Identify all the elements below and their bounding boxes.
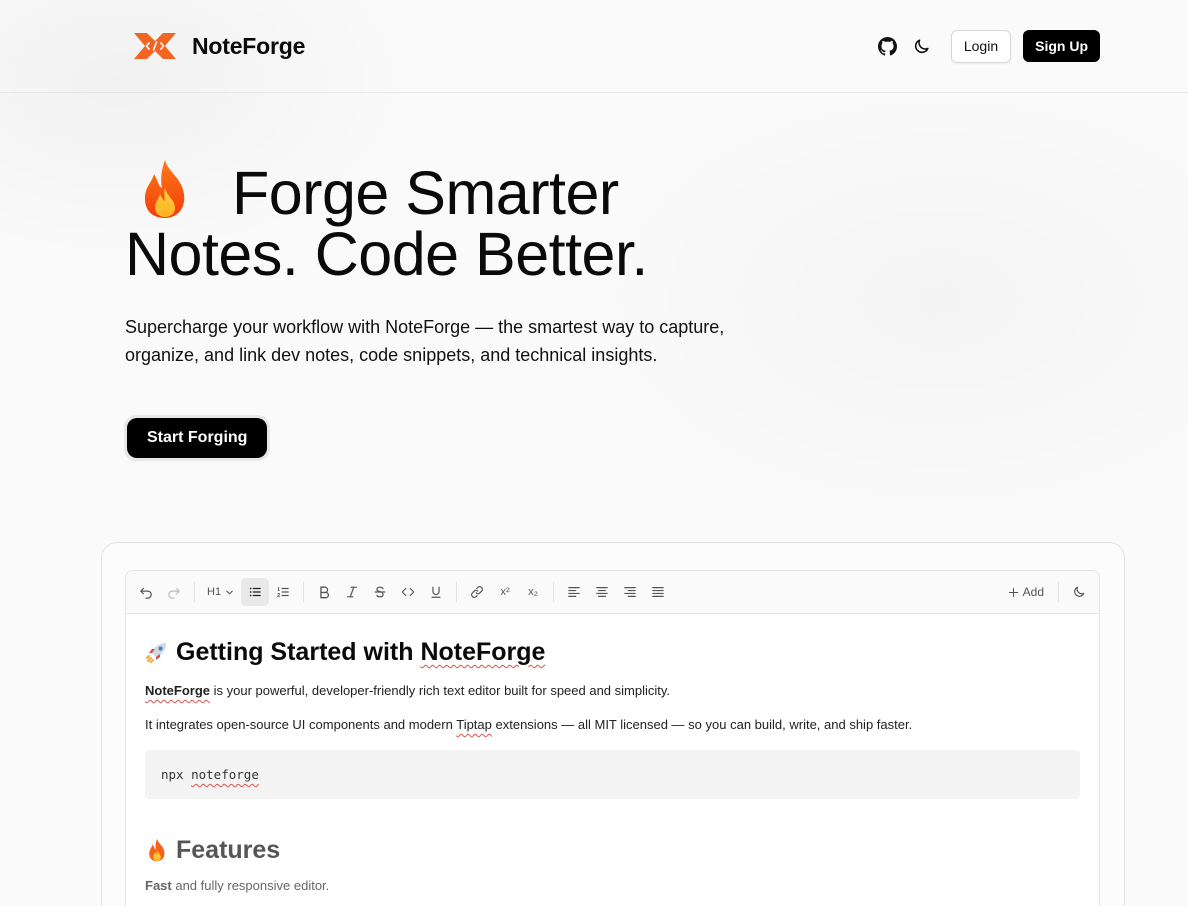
code-icon [401, 587, 415, 597]
ordered-list-icon [276, 586, 289, 597]
superscript-icon: x² [500, 586, 510, 598]
doc-paragraph-1-rest: is your powerful, developer-friendly ric… [210, 683, 671, 698]
toolbar-separator [553, 582, 555, 602]
heading-dropdown[interactable]: H1 [201, 578, 241, 606]
flame-icon [144, 160, 185, 218]
cta-ring: Start Forging [124, 415, 271, 461]
hero-subtitle-line-2: organize, and link dev notes, code snipp… [125, 345, 658, 365]
doc-paragraph-1: NoteForge is your powerful, developer-fr… [145, 682, 1080, 700]
link-button[interactable] [463, 578, 491, 606]
code-block: npx noteforge [145, 750, 1080, 799]
align-left-button[interactable] [560, 578, 588, 606]
doc-heading-1-brand: NoteForge [420, 638, 546, 666]
signup-button[interactable]: Sign Up [1023, 30, 1100, 62]
italic-icon [347, 586, 358, 598]
moon-icon [915, 38, 929, 53]
strikethrough-button[interactable] [366, 578, 394, 606]
hero-title-line-2: Notes. Code Better. [125, 220, 648, 288]
hero-title: Forge Smarter Notes. Code Better. [125, 158, 745, 285]
bullet-list-icon [249, 587, 261, 597]
redo-button[interactable] [160, 578, 188, 606]
github-link[interactable] [871, 29, 905, 63]
superscript-button[interactable]: x² [491, 578, 519, 606]
strikethrough-icon [374, 586, 386, 598]
rocket-icon [146, 643, 166, 663]
code-command: npx [161, 767, 184, 782]
doc-paragraph-2-before: It integrates open-source UI components … [145, 717, 457, 732]
doc-heading-2: Features [145, 834, 1080, 866]
ordered-list-button[interactable] [269, 578, 297, 606]
site-header: NoteForge Login Sign Up [0, 0, 1188, 93]
undo-button[interactable] [132, 578, 160, 606]
hero-subtitle: Supercharge your workflow with NoteForge… [125, 313, 775, 369]
toolbar-separator [456, 582, 458, 602]
plus-icon [1008, 587, 1018, 597]
italic-button[interactable] [338, 578, 366, 606]
theme-toggle[interactable] [905, 29, 939, 63]
doc-heading-2-text: Features [176, 836, 281, 864]
doc-paragraph-3-bold: Fast [145, 878, 172, 893]
bold-button[interactable] [310, 578, 338, 606]
toolbar-separator [194, 582, 195, 602]
login-button[interactable]: Login [950, 29, 1012, 63]
doc-heading-1: Getting Started with NoteForge [145, 636, 1080, 668]
toolbar-separator [1058, 582, 1059, 602]
chevron-down-icon [226, 590, 233, 594]
code-argument: noteforge [191, 767, 259, 782]
hero-subtitle-line-1: Supercharge your workflow with NoteForge… [125, 317, 725, 337]
link-icon [471, 586, 483, 598]
toolbar-separator [303, 582, 305, 602]
redo-icon [168, 587, 180, 599]
bullet-list-button[interactable] [241, 578, 270, 606]
hero-title-text-1: Forge Smarter [232, 159, 619, 227]
header-nav: Login Sign Up [871, 29, 1100, 63]
subscript-icon: x₂ [528, 586, 538, 598]
editor-theme-toggle[interactable] [1065, 578, 1093, 606]
start-forging-button[interactable]: Start Forging [127, 418, 268, 458]
doc-paragraph-2-after: extensions — all MIT licensed — so you c… [491, 717, 913, 732]
align-right-button[interactable] [616, 578, 644, 606]
bold-icon [320, 586, 330, 599]
underline-icon [431, 586, 441, 598]
rich-text-editor[interactable]: H1 x² x₂ Add Getting Started with NoteFo… [125, 570, 1100, 906]
align-center-icon [596, 587, 608, 597]
align-center-button[interactable] [588, 578, 616, 606]
editor-content[interactable]: Getting Started with NoteForge NoteForge… [126, 636, 1099, 893]
doc-paragraph-1-bold: NoteForge [145, 683, 210, 698]
github-icon [878, 36, 898, 56]
doc-paragraph-3: Fast and fully responsive editor. [145, 878, 1080, 893]
brand[interactable]: NoteForge [132, 30, 305, 62]
moon-icon [1074, 586, 1085, 597]
align-justify-button[interactable] [644, 578, 672, 606]
undo-icon [140, 587, 152, 599]
editor-toolbar: H1 x² x₂ Add [126, 571, 1099, 614]
align-justify-icon [652, 587, 664, 597]
align-right-icon [624, 587, 636, 597]
underline-button[interactable] [422, 578, 450, 606]
doc-paragraph-2-link: Tiptap [456, 717, 492, 732]
subscript-button[interactable]: x₂ [519, 578, 547, 606]
add-button-label: Add [1022, 585, 1044, 599]
add-button[interactable]: Add [1000, 578, 1052, 606]
brand-name: NoteForge [192, 32, 306, 59]
doc-paragraph-3-rest: and fully responsive editor. [171, 878, 330, 893]
hero-title-line-1: Forge Smarter [125, 158, 745, 224]
doc-paragraph-2: It integrates open-source UI components … [145, 716, 1080, 734]
inline-code-button[interactable] [394, 578, 422, 606]
align-left-icon [568, 587, 580, 597]
noteforge-logo-icon [134, 33, 176, 59]
doc-heading-1-prefix: Getting Started with [176, 638, 421, 666]
heading-dropdown-label: H1 [207, 586, 222, 598]
flame-icon [149, 838, 165, 862]
